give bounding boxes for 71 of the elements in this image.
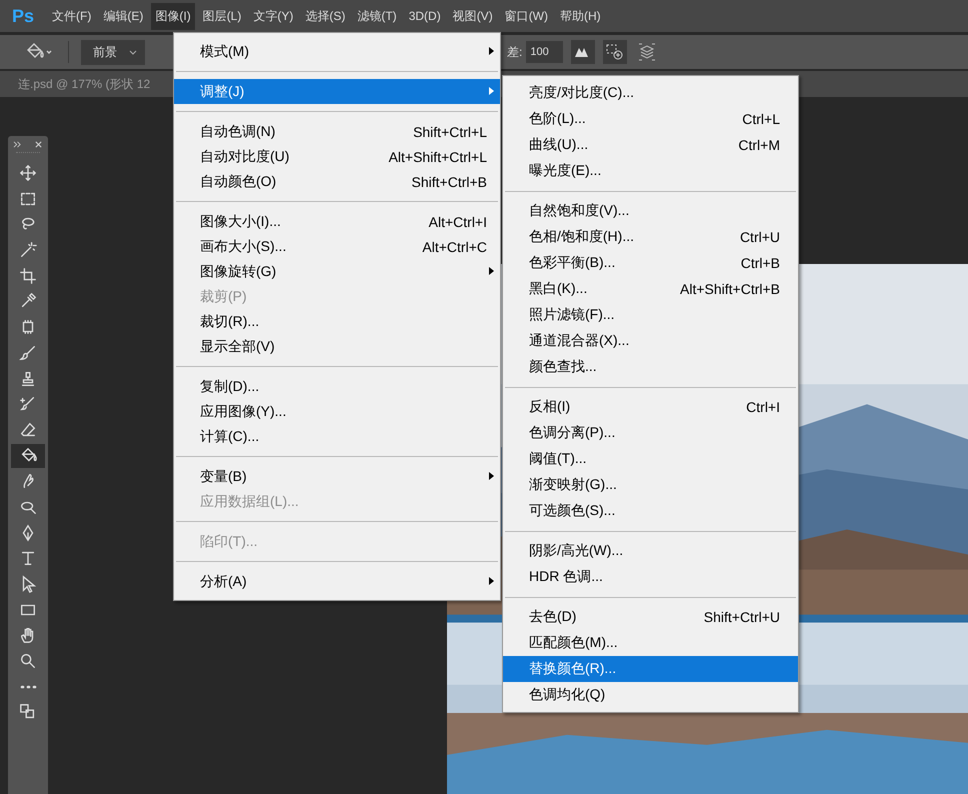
menu-item[interactable]: 自然饱和度(V)... — [503, 198, 798, 224]
menu-item[interactable]: 阈值(T)... — [503, 446, 798, 472]
menu-item[interactable]: 黑白(K)... Alt+Shift+Ctrl+B — [503, 276, 798, 302]
menu-item[interactable]: 照片滤镜(F)... — [503, 302, 798, 328]
selection-add-icon[interactable] — [602, 40, 627, 64]
tool-button[interactable] — [11, 444, 45, 468]
tolerance-field[interactable]: 100 — [526, 41, 563, 63]
submenu-arrow-icon — [489, 47, 494, 55]
submenu-arrow-icon — [489, 577, 494, 585]
menu-item[interactable]: 应用图像(Y)... — [174, 399, 500, 424]
menu-item[interactable]: 色相/饱和度(H)... Ctrl+U — [503, 224, 798, 250]
menu-item[interactable]: 变量(B) — [174, 464, 500, 489]
app-logo[interactable]: Ps — [12, 6, 34, 26]
menu-item[interactable]: 色调分离(P)... — [503, 420, 798, 446]
menu-bar-item[interactable]: 3D(D) — [404, 4, 445, 28]
menu-item[interactable]: 匹配颜色(M)... — [503, 630, 798, 656]
move-icon — [19, 164, 37, 182]
menu-bar-item[interactable]: 窗口(W) — [500, 2, 552, 30]
menu-bar-item[interactable]: 文字(Y) — [249, 2, 298, 30]
close-icon[interactable] — [34, 141, 43, 148]
menu-item[interactable]: 画布大小(S)... Alt+Ctrl+C — [174, 234, 500, 259]
menu-item[interactable]: 显示全部(V) — [174, 334, 500, 359]
more-icon — [20, 684, 36, 689]
brush-icon — [19, 344, 37, 362]
menu-item[interactable]: 替换颜色(R)... — [503, 656, 798, 682]
tolerance-label: 差: — [507, 44, 522, 60]
menu-item[interactable]: 复制(D)... — [174, 374, 500, 399]
menu-item[interactable]: 颜色查找... — [503, 354, 798, 380]
menu-item[interactable]: 计算(C)... — [174, 424, 500, 449]
menu-bar-item[interactable]: 图像(I) — [151, 2, 195, 30]
wand-icon — [19, 241, 37, 260]
menu-bar-item[interactable]: 文件(F) — [48, 2, 96, 30]
menu-item[interactable]: 调整(J) — [174, 79, 500, 104]
menu-item[interactable]: 可选颜色(S)... — [503, 498, 798, 524]
caret-icon — [129, 50, 137, 54]
submenu-arrow-icon — [489, 472, 494, 480]
collapse-icon[interactable] — [13, 141, 22, 148]
menu-item[interactable]: 图像大小(I)... Alt+Ctrl+I — [174, 209, 500, 234]
menu-item[interactable]: 曝光度(E)... — [503, 158, 798, 184]
menu-bar-item[interactable]: 图层(L) — [198, 2, 246, 30]
menu-item[interactable]: 自动颜色(O) Shift+Ctrl+B — [174, 169, 500, 194]
menu-bar-item[interactable]: 视图(V) — [448, 2, 497, 30]
crop-icon — [19, 266, 37, 285]
zoom-icon — [19, 652, 37, 670]
menu-item[interactable]: 分析(A) — [174, 569, 500, 594]
menu-item[interactable]: 曲线(U)... Ctrl+M — [503, 132, 798, 158]
menu-item[interactable]: 渐变映射(G)... — [503, 472, 798, 498]
menu-item[interactable]: 色彩平衡(B)... Ctrl+B — [503, 250, 798, 276]
menu-item[interactable]: 自动对比度(U) Alt+Shift+Ctrl+L — [174, 144, 500, 169]
menu-item[interactable]: 反相(I) Ctrl+I — [503, 394, 798, 420]
menu-item[interactable]: 自动色调(N) Shift+Ctrl+L — [174, 119, 500, 144]
eraser-icon — [19, 420, 37, 439]
menu-item[interactable]: 通道混合器(X)... — [503, 328, 798, 354]
menu-item[interactable]: 色阶(L)... Ctrl+L — [503, 106, 798, 132]
menu-item[interactable]: 亮度/对比度(C)... — [503, 80, 798, 106]
menu-item[interactable]: 去色(D) Shift+Ctrl+U — [503, 604, 798, 630]
menu-bar-item[interactable]: 选择(S) — [301, 2, 350, 30]
submenu-arrow-icon — [489, 87, 494, 95]
type-icon — [19, 549, 37, 568]
menu-item[interactable]: 图像旋转(G) — [174, 259, 500, 284]
menu-item[interactable]: 裁切(R)... — [174, 309, 500, 334]
menu-item[interactable]: 阴影/高光(W)... — [503, 538, 798, 564]
menu-bar-item[interactable]: 帮助(H) — [556, 2, 605, 30]
fill-source-dropdown[interactable]: 前景 — [81, 40, 145, 64]
menu-bar-item[interactable]: 编辑(E) — [99, 2, 148, 30]
menu-bar-item[interactable]: 滤镜(T) — [353, 2, 401, 30]
menu-item[interactable]: 模式(M) — [174, 39, 500, 64]
submenu-arrow-icon — [489, 267, 494, 275]
anti-alias-icon[interactable] — [570, 40, 595, 64]
stamp-icon — [19, 370, 37, 388]
menu-item[interactable]: 色调均化(Q) — [503, 682, 798, 708]
